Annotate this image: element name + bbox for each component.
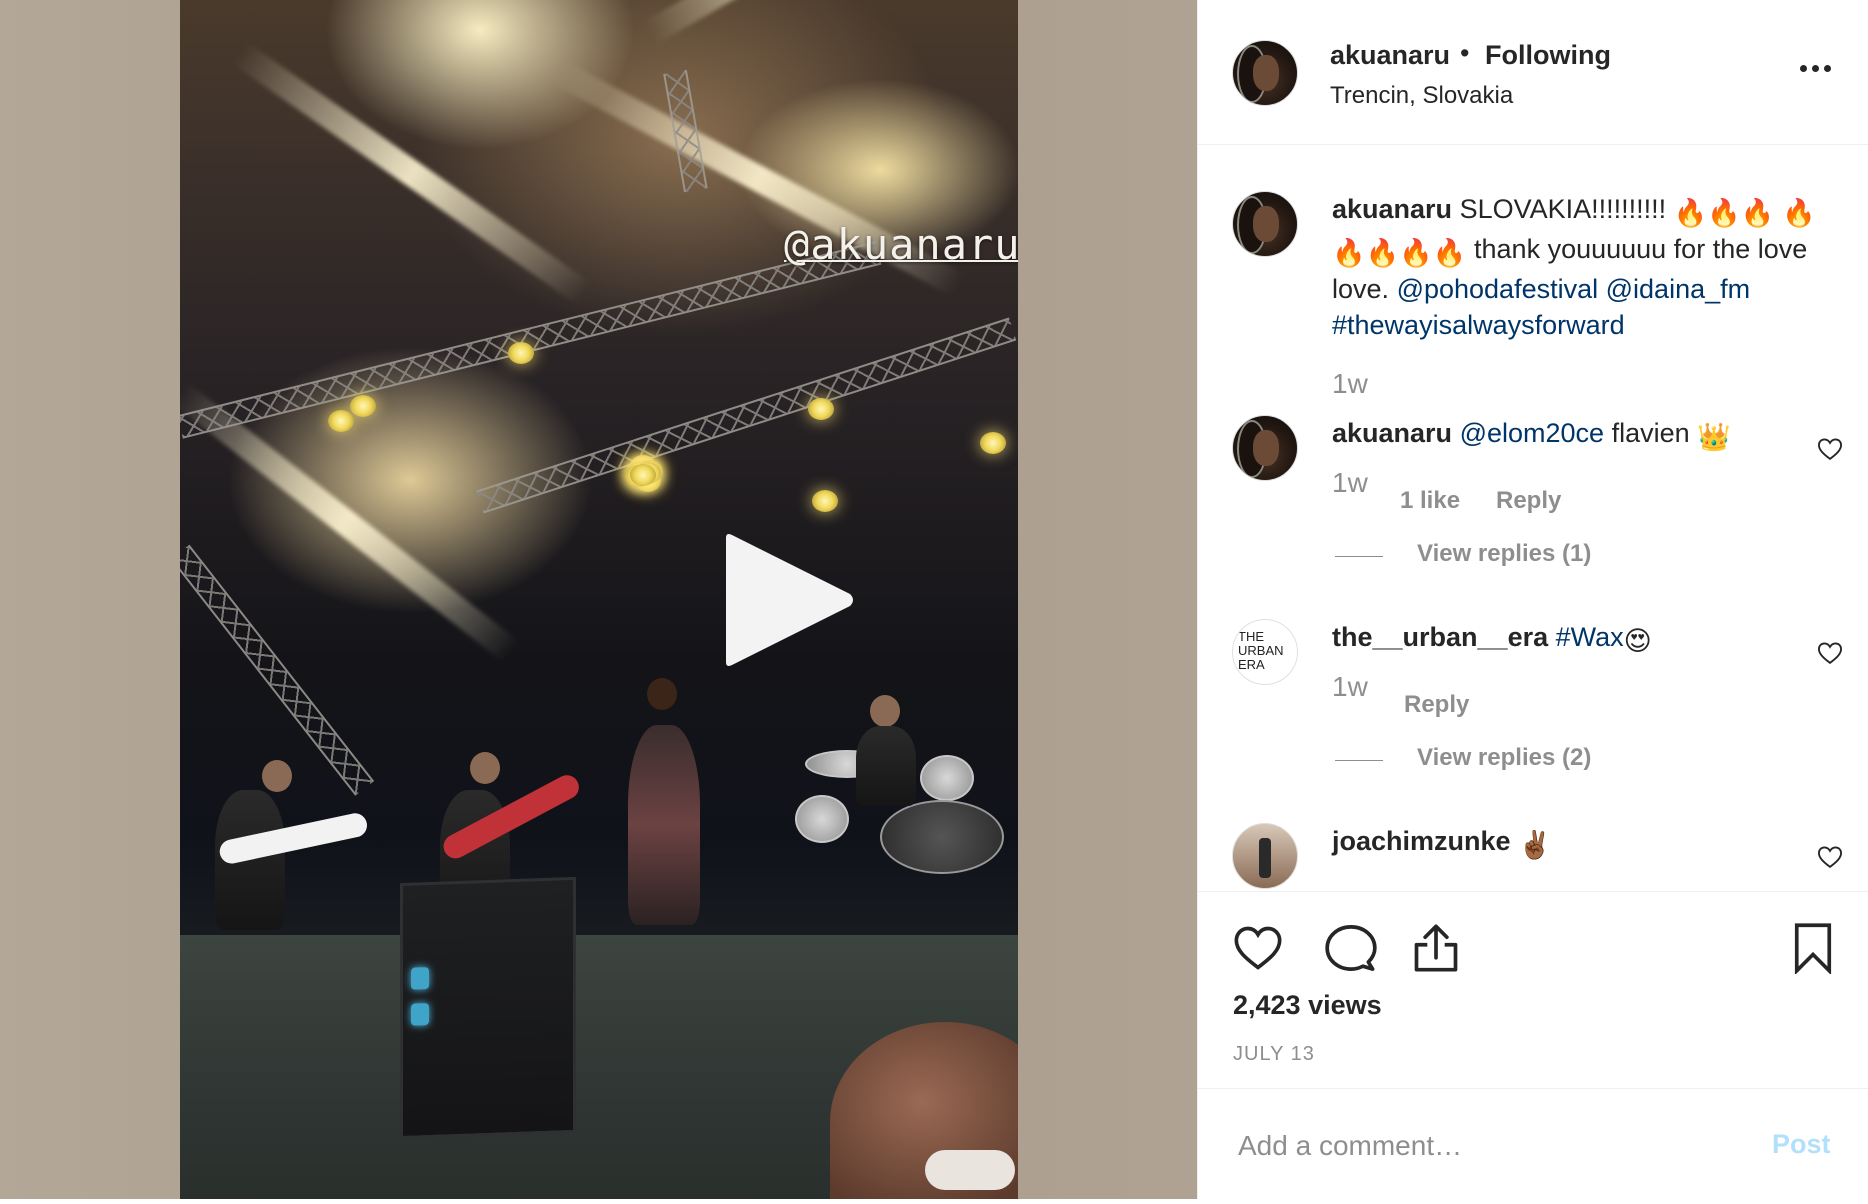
hair-scrunchie: [925, 1150, 1015, 1190]
stage-lamp: [350, 395, 376, 417]
caption-timestamp[interactable]: 1w: [1332, 368, 1368, 400]
comment-timestamp[interactable]: 1w: [1332, 671, 1368, 703]
avatar-face: [1253, 206, 1279, 242]
comment-input[interactable]: [1236, 1123, 1740, 1169]
instagram-post-modal: @akuanaru akuanaru • Following Trencin, …: [0, 0, 1868, 1204]
caption-line-1: SLOVAKIA!!!!!!!!!!: [1459, 194, 1667, 224]
caption-mention-idaina[interactable]: @idaina_fm: [1606, 274, 1750, 304]
story-mention-sticker: @akuanaru: [784, 220, 1018, 269]
light-streak: [232, 42, 592, 305]
comment-text: joachimzunke ✌🏾: [1332, 823, 1842, 863]
video-player[interactable]: @akuanaru: [180, 0, 1018, 1199]
view-replies-button[interactable]: View replies (1): [1417, 540, 1591, 568]
stage-speaker: [400, 876, 576, 1140]
add-comment-bar: Post: [1198, 1088, 1868, 1200]
reply-button[interactable]: Reply: [1496, 487, 1561, 515]
singer: [628, 725, 700, 925]
drum: [880, 800, 1004, 874]
comment-hashtag[interactable]: #Wax: [1556, 622, 1624, 652]
speaker-light: [411, 1003, 429, 1026]
location-link[interactable]: Trencin, Slovakia: [1330, 82, 1513, 110]
crown-emoji-icon: 👑: [1697, 422, 1731, 452]
stage-lamp: [630, 464, 656, 486]
avatar-face: [1253, 55, 1279, 91]
reply-button[interactable]: Reply: [1404, 691, 1469, 719]
following-button[interactable]: Following: [1485, 40, 1611, 71]
more-options-icon[interactable]: [1798, 62, 1834, 74]
avatar-logo-text: THE URBAN ERA: [1238, 629, 1284, 672]
caption-username[interactable]: akuanaru: [1332, 194, 1452, 224]
post-details-panel: akuanaru • Following Trencin, Slovakia a…: [1197, 0, 1868, 1199]
avatar[interactable]: [1232, 415, 1298, 481]
share-icon[interactable]: [1410, 922, 1462, 974]
comment-timestamp[interactable]: 1w: [1332, 467, 1368, 499]
save-bookmark-icon[interactable]: [1787, 922, 1839, 974]
fire-emoji-icon: 🔥: [1365, 238, 1400, 268]
avatar-figure: [1259, 838, 1271, 878]
avatar[interactable]: THE URBAN ERA: [1232, 619, 1298, 685]
heart-eyes-emoji-icon: 😍: [1623, 626, 1652, 656]
media-area: @akuanaru: [0, 0, 1197, 1199]
view-count[interactable]: 2,423 views: [1233, 990, 1382, 1021]
guitarist-head: [262, 760, 292, 792]
view-replies-button[interactable]: View replies (2): [1417, 744, 1591, 772]
replies-divider: [1335, 760, 1383, 761]
header-bullet: •: [1460, 38, 1470, 68]
like-comment-heart-icon[interactable]: [1816, 639, 1844, 667]
header-username[interactable]: akuanaru: [1330, 40, 1450, 71]
comment-username[interactable]: the__urban__era: [1332, 622, 1548, 652]
light-streak: [643, 0, 960, 45]
stage-lamp: [328, 410, 354, 432]
post-header: akuanaru • Following Trencin, Slovakia: [1198, 0, 1868, 145]
post-comment-button[interactable]: Post: [1772, 1129, 1831, 1160]
stage-truss: [180, 544, 375, 796]
caption-text: akuanaru SLOVAKIA!!!!!!!!!! 🔥🔥🔥 🔥🔥🔥🔥🔥 th…: [1332, 191, 1842, 343]
comment-username[interactable]: joachimzunke: [1332, 826, 1511, 856]
drum: [920, 755, 974, 801]
post-date[interactable]: JULY 13: [1233, 1043, 1315, 1066]
comment-likes[interactable]: 1 like: [1400, 487, 1460, 515]
stage-truss: [476, 317, 1017, 514]
fire-emoji-icon: 🔥: [1332, 238, 1366, 268]
avatar[interactable]: [1232, 823, 1298, 889]
drum: [795, 795, 849, 843]
comment-bubble-icon[interactable]: [1325, 922, 1377, 974]
caption-mention-pohodafestival[interactable]: @pohodafestival: [1397, 274, 1599, 304]
comment-body: flavien: [1611, 418, 1690, 448]
victory-hand-emoji-icon: ✌🏾: [1518, 830, 1552, 860]
avatar-face: [1253, 430, 1279, 466]
like-comment-heart-icon[interactable]: [1816, 843, 1844, 871]
fire-emoji-icon: 🔥: [1399, 238, 1433, 268]
fire-emoji-icon: 🔥: [1432, 238, 1467, 268]
drummer: [856, 726, 916, 806]
play-icon[interactable]: [720, 530, 860, 670]
bassist-head: [470, 752, 500, 784]
avatar[interactable]: [1232, 191, 1298, 257]
fire-emoji-icon: 🔥: [1740, 198, 1775, 228]
stage-lamp: [812, 490, 838, 512]
stage-lamp: [980, 432, 1006, 454]
replies-divider: [1335, 556, 1383, 557]
caption-hashtag[interactable]: #thewayisalwaysforward: [1332, 310, 1625, 340]
comment-mention[interactable]: @elom20ce: [1460, 418, 1604, 448]
like-comment-heart-icon[interactable]: [1816, 435, 1844, 463]
stage-lamp: [808, 398, 834, 420]
comment-text: the__urban__era #Wax😍: [1332, 619, 1842, 659]
stage-lamp: [508, 342, 534, 364]
drummer-head: [870, 695, 900, 727]
comments-list[interactable]: akuanaru SLOVAKIA!!!!!!!!!! 🔥🔥🔥 🔥🔥🔥🔥🔥 th…: [1198, 145, 1868, 890]
comment-username[interactable]: akuanaru: [1332, 418, 1452, 448]
like-heart-icon[interactable]: [1232, 922, 1284, 974]
post-actions: 2,423 views JULY 13: [1198, 891, 1868, 1088]
singer-head: [647, 678, 677, 710]
avatar[interactable]: [1232, 40, 1298, 106]
speaker-light: [411, 967, 429, 990]
fire-emoji-icon: 🔥: [1673, 198, 1708, 228]
fire-emoji-icon: 🔥: [1782, 198, 1816, 228]
fire-emoji-icon: 🔥: [1707, 198, 1741, 228]
comment-text: akuanaru @elom20ce flavien 👑: [1332, 415, 1842, 455]
